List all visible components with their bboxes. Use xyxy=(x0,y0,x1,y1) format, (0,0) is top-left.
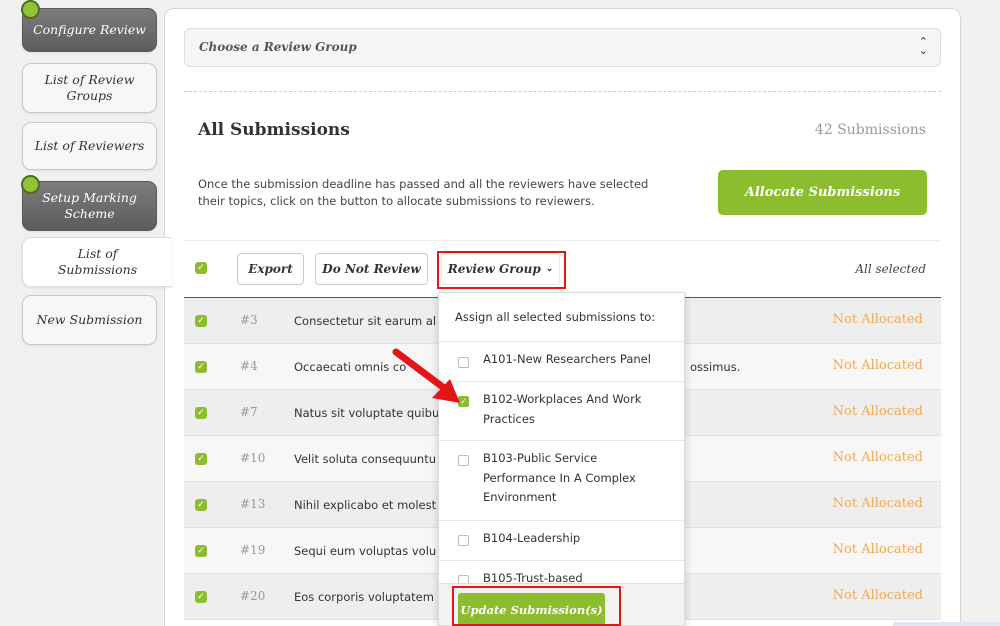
row-checkbox[interactable]: ✓ xyxy=(195,453,207,465)
allocate-submissions-button[interactable]: Allocate Submissions xyxy=(718,170,927,215)
row-title[interactable]: Occaecati omnis co xyxy=(294,360,406,374)
option-label: B104-Leadership xyxy=(483,531,581,545)
do-not-review-button[interactable]: Do Not Review xyxy=(315,253,428,285)
sidebar-item-marking-scheme[interactable]: Setup Marking Scheme xyxy=(22,181,157,231)
row-number: #19 xyxy=(240,543,266,557)
select-placeholder: Choose a Review Group xyxy=(199,40,357,54)
divider xyxy=(184,91,941,92)
row-checkbox[interactable]: ✓ xyxy=(195,315,207,327)
row-title[interactable]: Natus sit voluptate quibu xyxy=(294,406,439,420)
status-dot xyxy=(21,175,40,194)
sidebar-item-label: Configure Review xyxy=(33,22,146,37)
allocation-description: Once the submission deadline has passed … xyxy=(198,177,649,208)
red-arrow-icon xyxy=(392,348,460,403)
select-all-checkbox[interactable]: ✓ xyxy=(195,262,207,274)
row-checkbox[interactable]: ✓ xyxy=(195,591,207,603)
row-number: #3 xyxy=(240,313,258,327)
select-arrows-icon: ⌃ ⌄ xyxy=(918,35,928,57)
scroll-indicator xyxy=(893,622,1000,626)
row-title-tail: ossimus. xyxy=(690,360,741,374)
row-checkbox[interactable]: ✓ xyxy=(195,361,207,373)
row-checkbox[interactable]: ✓ xyxy=(195,545,207,557)
review-group-dropdown: Assign all selected submissions to: A101… xyxy=(438,292,685,626)
row-number: #13 xyxy=(240,497,266,511)
dropdown-option[interactable]: B103-Public Service Performance In A Com… xyxy=(439,441,684,521)
row-checkbox[interactable]: ✓ xyxy=(195,407,207,419)
status-badge: Not Allocated xyxy=(832,588,923,603)
status-badge: Not Allocated xyxy=(832,542,923,557)
option-label: B102-Workplaces And Work Practices xyxy=(483,392,642,426)
review-group-select[interactable]: Choose a Review Group ⌃ ⌄ xyxy=(184,28,941,67)
status-badge: Not Allocated xyxy=(832,404,923,419)
sidebar-item-new-submission[interactable]: New Submission xyxy=(22,295,157,345)
row-number: #4 xyxy=(240,359,258,373)
row-title[interactable]: Velit soluta consequuntu xyxy=(294,452,436,466)
page-title: All Submissions xyxy=(198,120,350,140)
row-title[interactable]: Eos corporis voluptatem xyxy=(294,590,434,604)
status-badge: Not Allocated xyxy=(832,496,923,511)
option-label: B103-Public Service Performance In A Com… xyxy=(483,451,636,504)
sidebar-item-label: Setup Marking Scheme xyxy=(42,190,137,221)
dropdown-option[interactable]: A101-New Researchers Panel xyxy=(439,342,684,382)
update-submissions-button[interactable]: Update Submission(s) xyxy=(458,593,605,626)
status-badge: Not Allocated xyxy=(832,450,923,465)
option-checkbox[interactable] xyxy=(458,535,469,546)
review-group-label: Review Group xyxy=(447,262,541,276)
option-label: A101-New Researchers Panel xyxy=(483,352,651,366)
row-title[interactable]: Nihil explicabo et molest xyxy=(294,498,436,512)
status-badge: Not Allocated xyxy=(832,358,923,373)
sidebar-item-reviewers[interactable]: List of Reviewers xyxy=(22,122,157,170)
sidebar-item-configure-review[interactable]: Configure Review xyxy=(22,8,157,52)
status-badge: Not Allocated xyxy=(832,312,923,327)
row-checkbox[interactable]: ✓ xyxy=(195,499,207,511)
dropdown-option[interactable]: ✓ B102-Workplaces And Work Practices xyxy=(439,382,684,441)
option-checkbox[interactable] xyxy=(458,455,469,466)
sidebar-item-label: New Submission xyxy=(36,312,143,327)
dropdown-heading: Assign all selected submissions to: xyxy=(455,310,656,324)
export-button[interactable]: Export xyxy=(237,253,304,285)
row-number: #10 xyxy=(240,451,266,465)
submission-count: 42 Submissions xyxy=(814,122,926,138)
selection-status: All selected xyxy=(855,262,926,276)
row-number: #7 xyxy=(240,405,258,419)
row-title[interactable]: Sequi eum voluptas volu xyxy=(294,544,436,558)
row-number: #20 xyxy=(240,589,266,603)
divider xyxy=(184,240,941,241)
review-group-button[interactable]: Review Group ⌄ xyxy=(441,253,560,285)
sidebar-item-label: List of Reviewers xyxy=(34,138,145,153)
status-dot xyxy=(21,0,40,19)
row-title[interactable]: Consectetur sit earum al xyxy=(294,314,436,328)
sidebar-item-review-groups[interactable]: List of Review Groups xyxy=(22,63,157,113)
sidebar-item-label: List of Review Groups xyxy=(44,72,135,103)
sidebar-item-submissions[interactable]: List of Submissions xyxy=(22,237,172,287)
sidebar-item-label: List of Submissions xyxy=(57,246,138,277)
chevron-down-icon: ⌄ xyxy=(545,264,554,274)
dropdown-option[interactable]: B104-Leadership xyxy=(439,521,684,561)
